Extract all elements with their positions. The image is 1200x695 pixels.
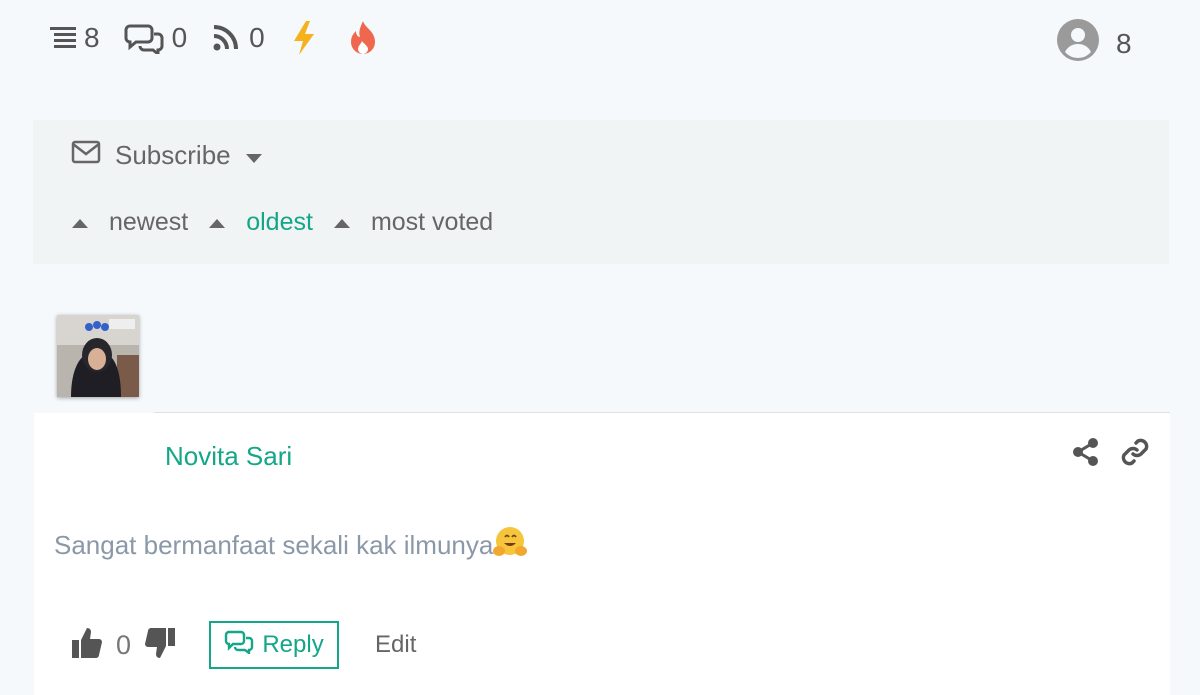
comment-author[interactable]: Novita Sari [165, 441, 292, 472]
comment-card: Novita Sari Sangat bermanfaat sekali kak… [34, 413, 1170, 695]
user-icon [1056, 18, 1100, 69]
comments-icon [124, 22, 166, 54]
caret-up-icon [208, 208, 226, 237]
subscribe-label: Subscribe [115, 140, 231, 170]
feed-count: 0 [249, 22, 265, 53]
sort-most-voted-label: most voted [370, 208, 494, 236]
threads-stat[interactable]: 8 [48, 22, 100, 54]
flame-icon [343, 18, 383, 58]
link-icon[interactable] [1120, 437, 1150, 472]
feed-stat[interactable]: 0 [211, 22, 265, 54]
sort-newest[interactable]: newest [71, 208, 188, 237]
caret-up-icon [71, 208, 89, 237]
comment-stats-bar: 8 0 0 [48, 18, 407, 58]
reply-label: Reply [262, 631, 324, 658]
lightning-icon [289, 19, 319, 57]
followers-stat[interactable]: 8 [1056, 18, 1132, 69]
caret-down-icon [245, 140, 263, 171]
sort-newest-label: newest [109, 208, 189, 236]
threads-count: 8 [84, 22, 100, 53]
followers-count: 8 [1116, 27, 1132, 59]
avatar[interactable] [57, 315, 139, 397]
sort-most-voted[interactable]: most voted [333, 208, 493, 237]
trending-stat[interactable] [343, 18, 383, 58]
caret-up-icon [333, 208, 351, 237]
rss-icon [211, 23, 243, 53]
replies-count: 0 [171, 22, 188, 53]
subscribe-dropdown[interactable]: Subscribe [71, 140, 263, 171]
share-icon[interactable] [1072, 437, 1100, 472]
envelope-icon [71, 140, 101, 171]
comment-tools [1052, 437, 1150, 472]
comments-icon [224, 630, 254, 661]
thumbs-down-icon[interactable] [143, 626, 177, 665]
comment-footer: 0 Reply Edit [70, 621, 416, 669]
comment-body: Sangat bermanfaat sekali kak ilmunya [54, 530, 494, 560]
vote-count: 0 [116, 629, 132, 660]
hugging-face-emoji-icon [493, 525, 528, 566]
sort-oldest[interactable]: oldest [208, 208, 313, 237]
comment-text: Sangat bermanfaat sekali kak ilmunya [54, 525, 528, 566]
hot-stat[interactable] [289, 19, 319, 57]
reply-button[interactable]: Reply [209, 621, 340, 669]
replies-stat[interactable]: 0 [124, 22, 188, 54]
edit-link[interactable]: Edit [375, 631, 416, 659]
subscribe-panel: Subscribe newest oldest most voted [33, 120, 1169, 264]
sort-oldest-label: oldest [246, 208, 313, 236]
sort-options: newest oldest most voted [71, 208, 513, 237]
thumbs-up-icon[interactable] [70, 626, 104, 665]
list-icon [48, 23, 78, 53]
